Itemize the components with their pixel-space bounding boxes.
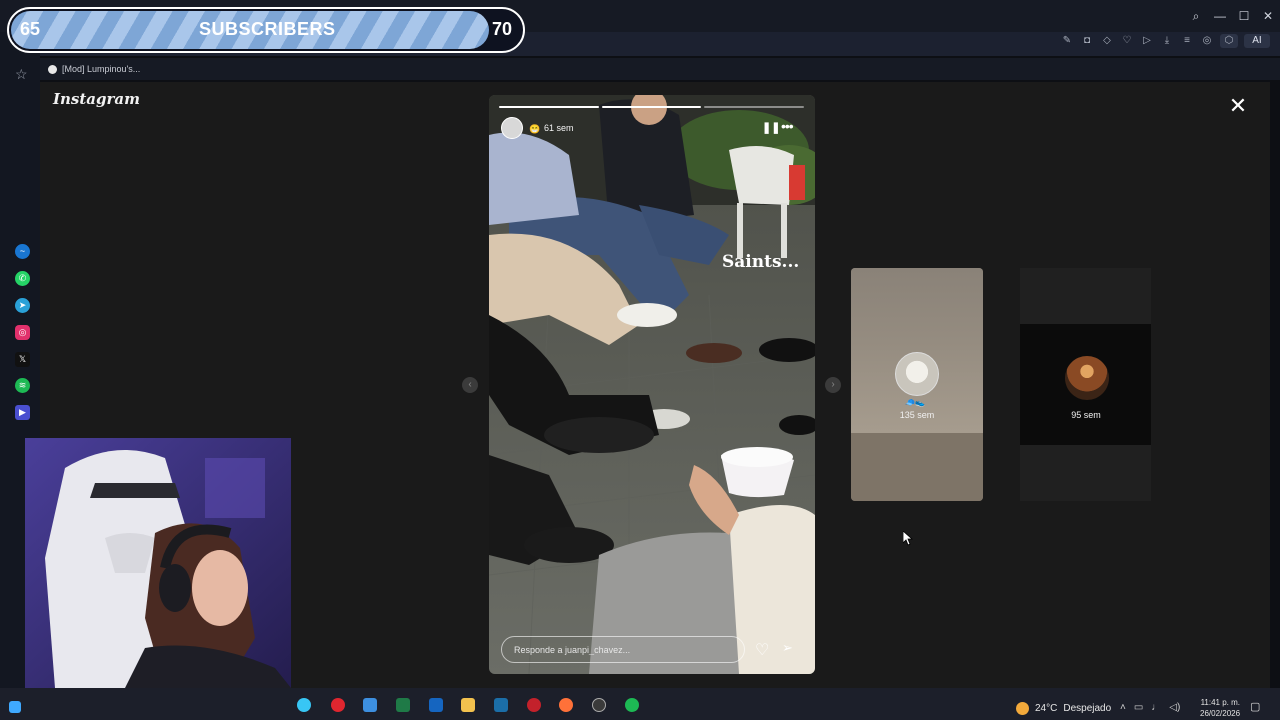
obs-icon[interactable] (592, 698, 606, 712)
shield-outline-icon[interactable]: ◇ (1100, 34, 1114, 48)
excel-icon[interactable] (396, 698, 410, 712)
story-text-overlay: Saints... (722, 252, 800, 272)
steam-icon[interactable] (494, 698, 508, 712)
search-icon[interactable]: ⌕ (1184, 9, 1208, 24)
story-time: 61 sem (544, 123, 574, 133)
telegram-icon[interactable]: ➤ (15, 298, 30, 313)
camera-icon[interactable]: ◘ (1080, 34, 1094, 48)
reply-input-box[interactable] (501, 636, 745, 663)
x-icon[interactable]: 𝕏 (15, 352, 30, 367)
instagram-logo[interactable]: Instagram (53, 90, 140, 108)
send-icon[interactable]: ➢ (782, 640, 800, 658)
preview-image-bottom (851, 433, 983, 501)
opera-icon[interactable] (331, 698, 345, 712)
app-red-icon[interactable] (527, 698, 541, 712)
subscriber-label: SUBSCRIBERS (199, 19, 336, 39)
subscriber-count: 65 (20, 19, 41, 39)
preview-avatar (895, 352, 939, 396)
notification-icon[interactable]: ▢ (1250, 700, 1260, 713)
profile-icon[interactable]: ◎ (1200, 34, 1214, 48)
outlook-icon[interactable] (429, 698, 443, 712)
windows-start-icon[interactable] (9, 701, 21, 713)
close-story-icon[interactable]: ✕ (1227, 95, 1249, 117)
weather-temp: 24°C (1035, 703, 1058, 714)
mouse-cursor-icon (903, 531, 913, 546)
menu-icon[interactable]: ≡ (1180, 34, 1194, 48)
messenger-icon[interactable]: ~ (15, 244, 30, 259)
battery-icon[interactable]: ▭ (1134, 702, 1143, 713)
ai-button[interactable]: AI (1244, 34, 1270, 48)
whatsapp-icon[interactable]: ✆ (15, 271, 30, 286)
next-story-icon[interactable]: › (825, 377, 841, 393)
story-preview-1[interactable]: 🧢👟 135 sem (851, 268, 983, 501)
webcam-image (25, 438, 291, 688)
instagram-icon[interactable]: ◎ (15, 325, 30, 340)
clock-date: 26/02/2026 (1200, 709, 1241, 718)
close-window-icon[interactable]: ✕ (1256, 9, 1280, 23)
story-progress-segment (704, 106, 805, 108)
preview-time: 95 sem (1071, 410, 1101, 420)
microphone-icon[interactable]: ♩ (1151, 702, 1161, 713)
toolbar-icons: ✎ ◘ ◇ ♡ ▷ ⤓ ≡ ◎ ⬡ AI (1060, 34, 1270, 48)
tab-row (40, 58, 1280, 80)
preview-badge-icon: 🧢👟 (905, 398, 925, 407)
weather-widget[interactable]: 24°C Despejado (1016, 702, 1111, 715)
heart-outline-icon[interactable]: ♡ (1120, 34, 1134, 48)
clock-time: 11:41 p. m. (1200, 698, 1240, 707)
story-progress (499, 106, 805, 108)
window-controls: ⌕ — ☐ ✕ (1184, 0, 1280, 32)
firefox-icon[interactable] (559, 698, 573, 712)
story-progress-segment (499, 106, 599, 108)
play-icon[interactable]: ▷ (1140, 34, 1154, 48)
download-icon[interactable]: ⤓ (1160, 34, 1174, 48)
story-preview-2[interactable]: 95 sem (1020, 268, 1151, 501)
preview-avatar (1065, 356, 1109, 400)
volume-icon[interactable]: ◁) (1169, 702, 1180, 713)
reply-input[interactable] (502, 637, 744, 662)
tab-favicon-icon (48, 64, 57, 74)
webcam-overlay (25, 438, 291, 688)
system-tray: ˄ ▭ ♩ ◁) (1120, 702, 1180, 713)
pause-icon[interactable]: ❚❚ (762, 121, 780, 134)
home-icon[interactable]: ☆ (15, 66, 28, 83)
edit-icon[interactable]: ✎ (1060, 34, 1074, 48)
preview-image (851, 268, 983, 433)
story-photo (489, 95, 815, 674)
store-icon[interactable] (363, 698, 377, 712)
preview-time: 135 sem (899, 410, 935, 420)
copilot-icon[interactable] (297, 698, 311, 712)
browser-tab[interactable]: [Mod] Lumpinou's... (48, 60, 140, 78)
more-options-icon[interactable]: ••• (781, 118, 794, 134)
story-avatar[interactable] (501, 117, 523, 139)
spotify-taskbar-icon[interactable] (625, 698, 639, 712)
clock[interactable]: 11:41 p. m. 26/02/2026 (1200, 697, 1240, 719)
like-heart-icon[interactable]: ♡ (755, 640, 773, 659)
player-icon[interactable]: ▶ (15, 405, 30, 420)
sun-icon (1016, 702, 1029, 715)
previous-story-icon[interactable]: ‹ (462, 377, 478, 393)
chevron-up-icon[interactable]: ˄ (1120, 702, 1126, 713)
minimize-icon[interactable]: — (1208, 9, 1232, 23)
face-emoji-icon: 😁 (529, 124, 541, 134)
subscriber-goal: 70 (492, 19, 513, 39)
folder-icon[interactable] (461, 698, 475, 712)
story-progress-segment (601, 106, 702, 108)
extension-icon[interactable]: ⬡ (1220, 34, 1238, 48)
weather-desc: Despejado (1063, 703, 1112, 714)
spotify-icon[interactable]: ≋ (15, 378, 30, 393)
story-card[interactable]: 😁 61 sem ❚❚ ••• Saints... ♡ ➢ (489, 95, 815, 674)
tab-title: [Mod] Lumpinou's... (62, 64, 141, 74)
maximize-icon[interactable]: ☐ (1232, 9, 1256, 23)
